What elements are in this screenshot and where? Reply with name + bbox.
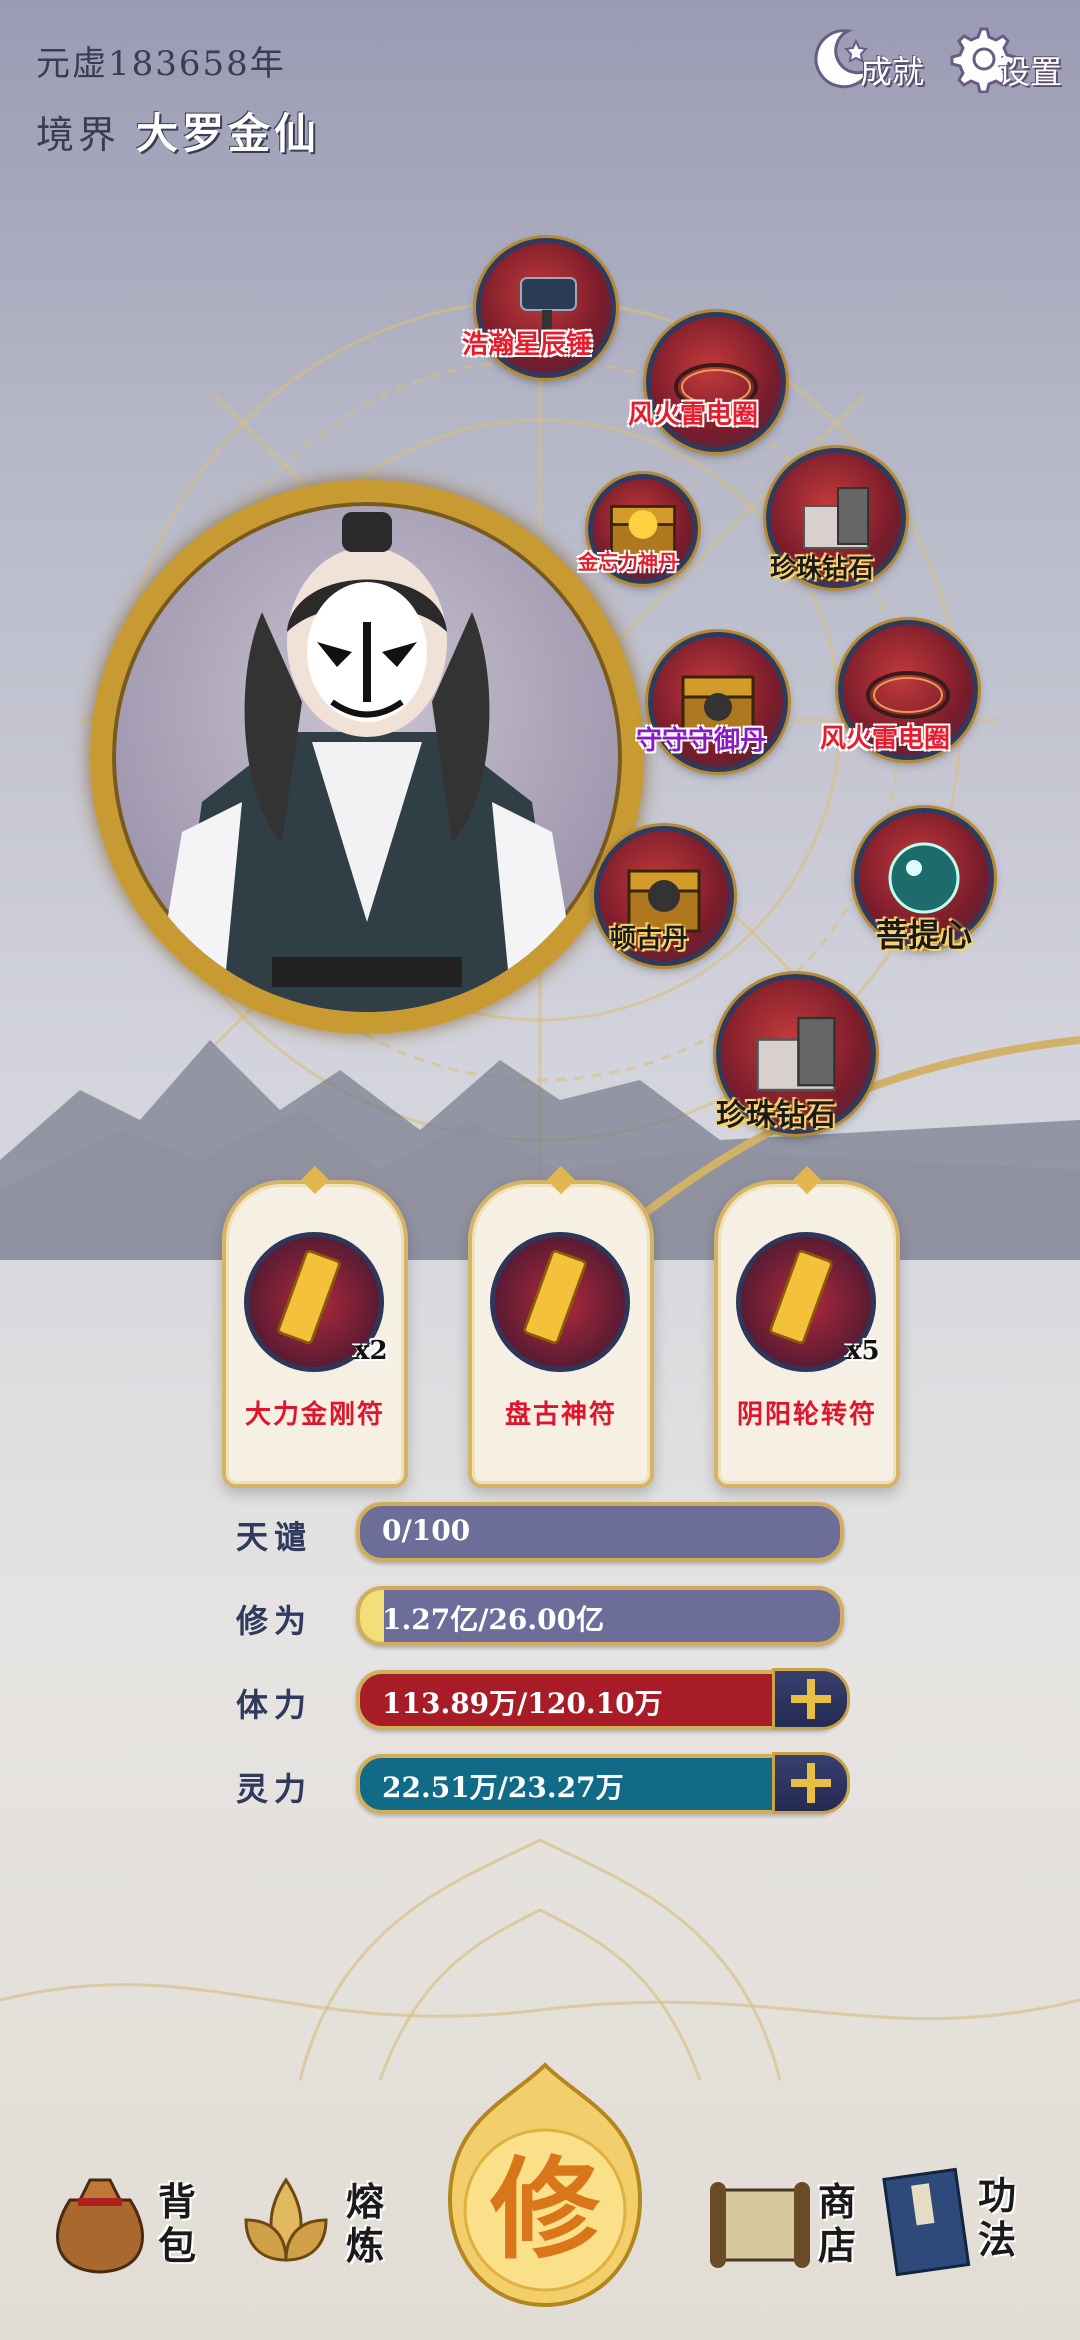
tili-value: 113.89万/120.10万 xyxy=(382,1687,663,1720)
settings-label: 设置 xyxy=(998,53,1063,91)
cultivate-label: 修 xyxy=(490,2145,600,2274)
talisman-paper-icon xyxy=(769,1249,833,1345)
lotus-decoration xyxy=(0,1838,1080,2081)
nav-skills-button[interactable]: 功法 xyxy=(866,2160,1036,2310)
scroll-map-icon xyxy=(710,2182,810,2268)
talisman-quantity: x2 xyxy=(354,1336,388,1366)
stat-label-tianqian: 天谴 xyxy=(236,1518,313,1556)
talisman-name: 阴阳轮转符 xyxy=(736,1400,877,1430)
nav-bag-label: 背包 xyxy=(158,2179,197,2268)
achievements-label: 成就 xyxy=(860,53,925,91)
tianqian-bar: 0/100 xyxy=(356,1502,844,1562)
equipment-slot[interactable] xyxy=(646,312,786,452)
nav-bag-button[interactable]: 背包 xyxy=(40,2160,200,2310)
character-figure xyxy=(152,512,582,1012)
realm-label: 境界 xyxy=(36,113,121,157)
character-portrait[interactable] xyxy=(90,480,644,1034)
nav-smelt-button[interactable]: 熔炼 xyxy=(226,2160,396,2310)
tianqian-value: 0/100 xyxy=(382,1514,471,1547)
talisman-quantity: x5 xyxy=(846,1336,880,1366)
nav-skills-label: 功法 xyxy=(978,2173,1017,2262)
talisman-slot xyxy=(490,1232,630,1372)
equipment-label: 风火雷电圈 xyxy=(628,400,759,430)
equipment-label: 风火雷电圈 xyxy=(820,724,951,754)
equipment-label: 浩瀚星辰锤 xyxy=(462,330,593,360)
talisman-card[interactable]: x5 阴阳轮转符 xyxy=(714,1165,900,1488)
xiuwei-fill xyxy=(360,1590,384,1642)
xiuwei-value: 1.27亿/26.00亿 xyxy=(382,1603,605,1636)
talisman-card[interactable]: 盘古神符 xyxy=(468,1165,654,1488)
realm-value: 大罗金仙 xyxy=(136,109,321,158)
tili-plus-button[interactable] xyxy=(772,1668,850,1730)
book-icon xyxy=(882,2167,971,2277)
talisman-card[interactable]: x2 大力金刚符 xyxy=(222,1165,408,1488)
tili-bar: 113.89万/120.10万 xyxy=(356,1670,844,1730)
equipment-label: 珍珠钻石 xyxy=(716,1098,836,1133)
talisman-paper-icon xyxy=(523,1249,587,1345)
xiuwei-bar: 1.27亿/26.00亿 xyxy=(356,1586,844,1646)
stat-label-xiuwei: 修为 xyxy=(236,1602,313,1640)
era-text: 元虚183658年 xyxy=(36,44,286,84)
equipment-label: 菩提心 xyxy=(876,916,973,954)
bag-icon xyxy=(56,2178,144,2274)
cultivate-button[interactable]: 修 xyxy=(440,2060,650,2310)
stat-label-tili: 体力 xyxy=(236,1686,313,1724)
nav-shop-button[interactable]: 商店 xyxy=(700,2160,870,2310)
equipment-label: 金忘力神丹 xyxy=(578,550,678,574)
talisman-paper-icon xyxy=(277,1249,341,1345)
realm-info: 境界 大罗金仙 xyxy=(36,100,320,161)
equipment-label: 守守守御丹 xyxy=(636,726,767,756)
talisman-name: 盘古神符 xyxy=(504,1400,617,1430)
nav-smelt-label: 熔炼 xyxy=(346,2179,385,2268)
nav-shop-label: 商店 xyxy=(818,2179,857,2268)
talisman-name: 大力金刚符 xyxy=(244,1400,385,1430)
settings-button[interactable]: 设置 xyxy=(946,18,1062,98)
achievements-button[interactable]: 成就 xyxy=(808,18,924,98)
lotus-flower-icon xyxy=(244,2177,328,2263)
equipment-label: 顿古丹 xyxy=(610,924,689,954)
equipment-label: 珍珠钻石 xyxy=(770,554,875,584)
